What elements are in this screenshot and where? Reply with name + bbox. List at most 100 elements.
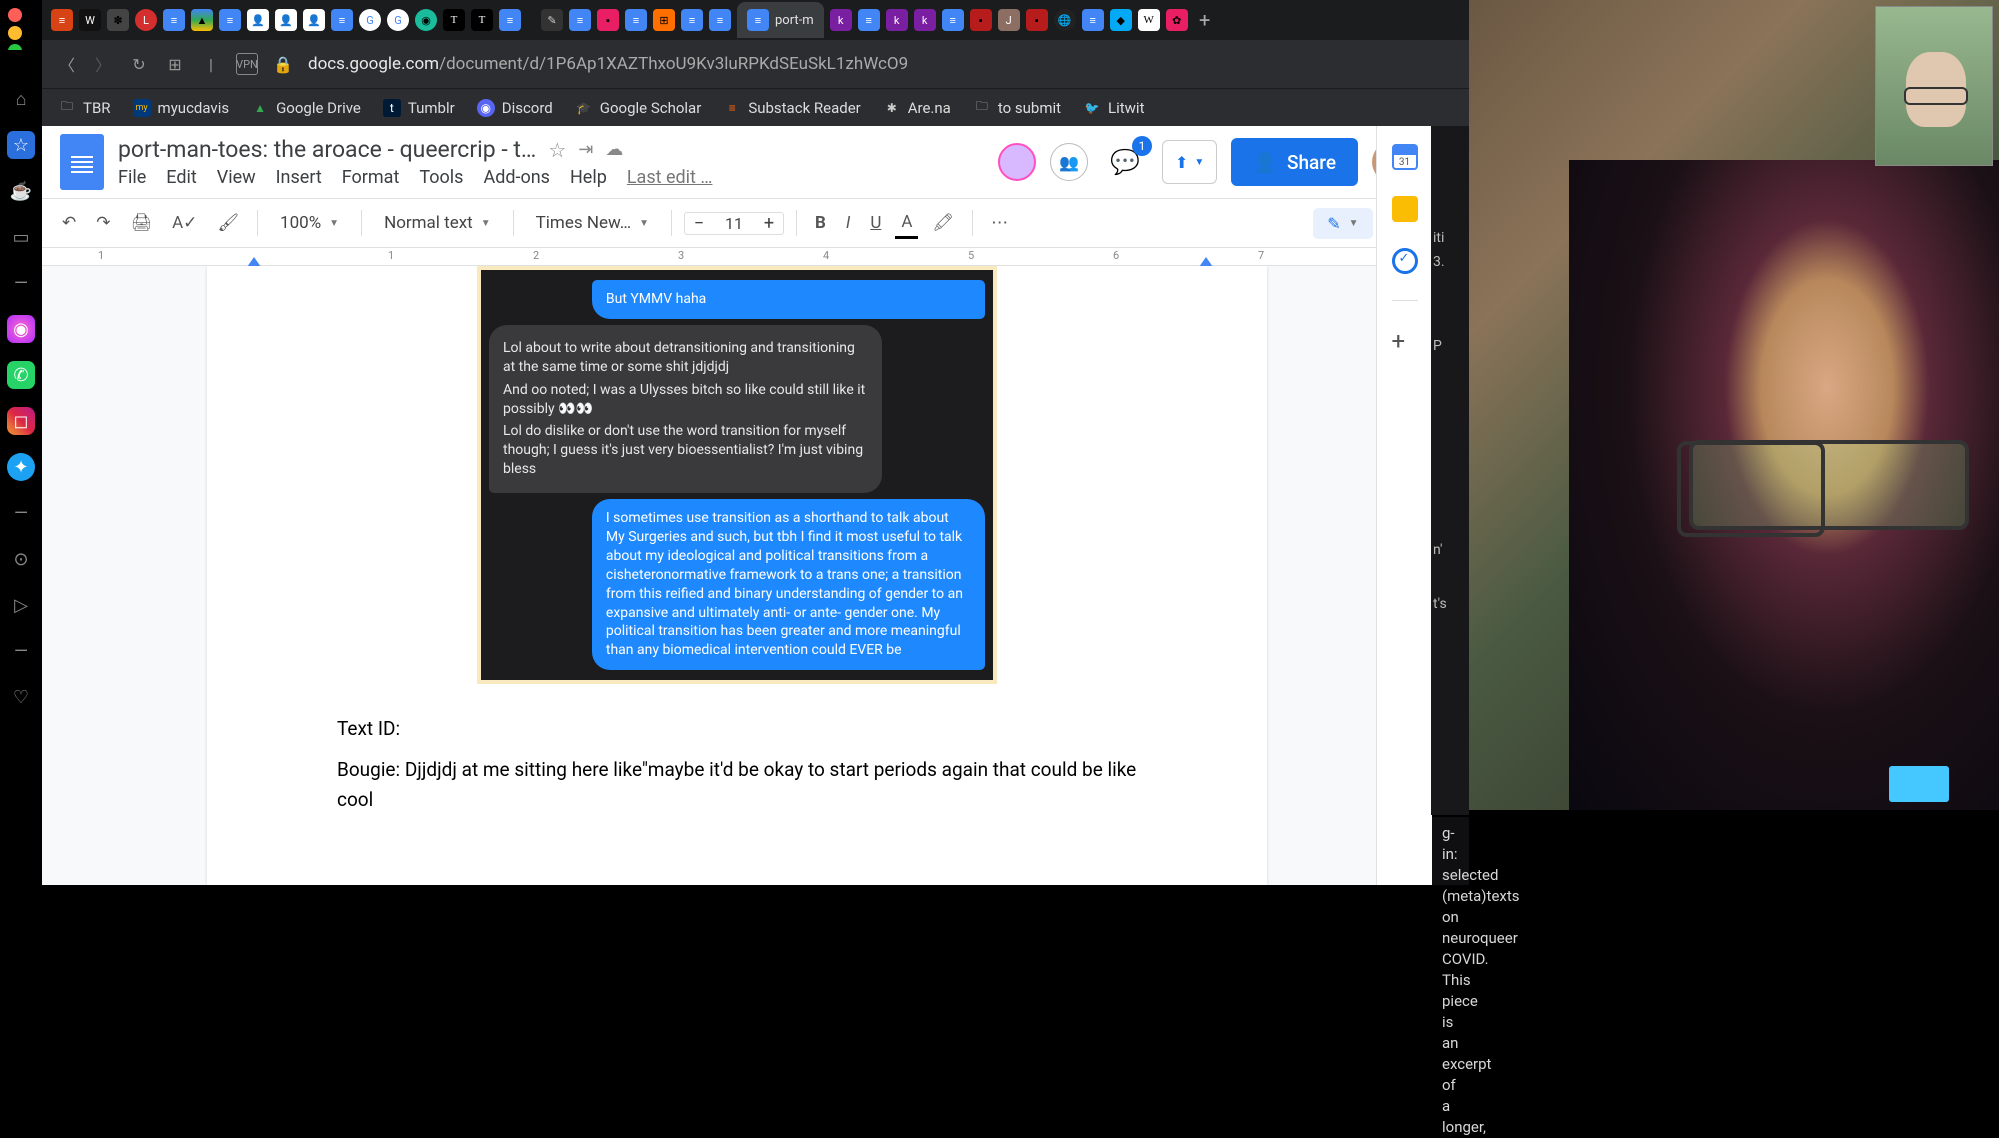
reload-button[interactable]: ↻: [128, 53, 150, 75]
document-canvas[interactable]: But YMMV haha Lol about to write about d…: [42, 266, 1432, 885]
star-icon[interactable]: ☆: [7, 131, 35, 159]
tab-icon[interactable]: ◆: [1110, 9, 1132, 31]
back-button[interactable]: 〈: [56, 53, 78, 75]
tab-icon[interactable]: ▪: [597, 9, 619, 31]
decrease-size[interactable]: −: [685, 213, 713, 234]
tab-icon[interactable]: ✎: [541, 9, 563, 31]
calendar-app-icon[interactable]: 31: [1392, 144, 1418, 170]
cloud-icon[interactable]: ☁: [605, 139, 623, 160]
tab-icon[interactable]: 🌐: [1054, 9, 1076, 31]
minimize-window[interactable]: [8, 26, 22, 40]
tab-icon[interactable]: W: [1138, 9, 1160, 31]
tab-icon[interactable]: ✽: [107, 9, 129, 31]
tab-icon[interactable]: ≡: [625, 9, 647, 31]
tab-icon[interactable]: ≡: [942, 9, 964, 31]
tab-icon[interactable]: ◉: [415, 9, 437, 31]
tab-icon[interactable]: 👤: [247, 9, 269, 31]
spellcheck-button[interactable]: A✓: [166, 209, 203, 237]
tab-icon[interactable]: ≡: [51, 9, 73, 31]
tab-icon[interactable]: ≡: [331, 9, 353, 31]
instagram-icon[interactable]: ◻: [7, 407, 35, 435]
share-button[interactable]: 👤 Share: [1231, 138, 1358, 186]
bookmark-tumblr[interactable]: tTumblr: [383, 99, 455, 117]
last-edit-link[interactable]: Last edit …: [627, 167, 713, 188]
comments-button[interactable]: 💬 1: [1102, 140, 1148, 184]
tab-icon[interactable]: k: [830, 9, 852, 31]
bookmark-tosubmit[interactable]: 🗀to submit: [973, 99, 1061, 117]
bookmark-drive[interactable]: ▲Google Drive: [251, 99, 361, 117]
italic-button[interactable]: I: [840, 209, 856, 237]
url-input[interactable]: docs.google.com/document/d/1P6Ap1XAZThxo…: [308, 54, 1625, 74]
menu-tools[interactable]: Tools: [419, 167, 463, 188]
tab-icon[interactable]: J: [998, 9, 1020, 31]
tab-icon[interactable]: ≡: [681, 9, 703, 31]
tab-icon[interactable]: ≡: [499, 9, 521, 31]
home-icon[interactable]: ⌂: [7, 85, 35, 113]
send-icon[interactable]: ▷: [7, 591, 35, 619]
tab-icon[interactable]: ✿: [1166, 9, 1188, 31]
bookmark-arena[interactable]: ✱Are.na: [883, 99, 951, 117]
tab-icon[interactable]: G: [387, 9, 409, 31]
tab-icon[interactable]: T: [471, 9, 493, 31]
font-size-value[interactable]: 11: [713, 214, 755, 233]
heart-icon[interactable]: ♡: [7, 683, 35, 711]
bookmark-litwit[interactable]: 🐦Litwit: [1083, 99, 1144, 117]
vpn-badge[interactable]: VPN: [236, 53, 258, 75]
close-window[interactable]: [8, 8, 22, 22]
editing-mode[interactable]: ✎ ▼: [1313, 208, 1372, 239]
highlight-button[interactable]: 🖍: [926, 209, 960, 237]
tab-icon[interactable]: k: [886, 9, 908, 31]
more-button[interactable]: ⋯: [985, 209, 1014, 237]
menu-edit[interactable]: Edit: [166, 167, 196, 188]
tab-icon[interactable]: ≡: [709, 9, 731, 31]
new-tab-button[interactable]: +: [1194, 9, 1216, 31]
tab-icon[interactable]: ▪: [970, 9, 992, 31]
video-self-preview[interactable]: [1875, 6, 1993, 166]
bookmark-tbr[interactable]: 🗀TBR: [58, 99, 111, 117]
tab-icon[interactable]: ≡: [858, 9, 880, 31]
bookmark-discord[interactable]: ◉Discord: [477, 99, 553, 117]
increase-size[interactable]: +: [755, 213, 783, 234]
menu-format[interactable]: Format: [342, 167, 400, 188]
tab-icon[interactable]: W: [79, 9, 101, 31]
menu-help[interactable]: Help: [570, 167, 607, 188]
font-size-control[interactable]: − 11 +: [684, 212, 784, 235]
ruler[interactable]: 1 1 2 3 4 5 6 7: [42, 248, 1432, 266]
whatsapp-icon[interactable]: ✆: [7, 361, 35, 389]
video-call-panel[interactable]: [1469, 0, 1999, 810]
paint-format-button[interactable]: 🖌: [211, 209, 245, 237]
redo-button[interactable]: ↷: [90, 209, 116, 237]
tab-icon[interactable]: ⊞: [653, 9, 675, 31]
tab-icon[interactable]: ≡: [569, 9, 591, 31]
style-select[interactable]: Normal text▼: [374, 209, 501, 237]
twitter-icon[interactable]: ✦: [7, 453, 35, 481]
tab-icon[interactable]: ≡: [219, 9, 241, 31]
menu-view[interactable]: View: [217, 167, 256, 188]
tab-icon[interactable]: 👤: [275, 9, 297, 31]
video-control-button[interactable]: [1889, 766, 1949, 802]
font-select[interactable]: Times New…▼: [526, 209, 659, 237]
grid-button[interactable]: ⊞: [164, 53, 186, 75]
tab-icon[interactable]: ▲: [191, 9, 213, 31]
underline-button[interactable]: U: [864, 209, 887, 237]
menu-file[interactable]: File: [118, 167, 146, 188]
cup-icon[interactable]: ☕: [7, 177, 35, 205]
print-button[interactable]: 🖨: [125, 209, 159, 237]
add-apps-button[interactable]: +: [1392, 327, 1418, 353]
book-icon[interactable]: ▭: [7, 223, 35, 251]
move-icon[interactable]: ⇥: [578, 139, 593, 160]
messenger-icon[interactable]: ◉: [7, 315, 35, 343]
bookmark-scholar[interactable]: 🎓Google Scholar: [575, 99, 702, 117]
bookmark-myucdavis[interactable]: mymyucdavis: [133, 99, 230, 117]
star-icon[interactable]: ☆: [548, 138, 566, 162]
menu-insert[interactable]: Insert: [276, 167, 322, 188]
tab-icon[interactable]: ▪: [1026, 9, 1048, 31]
tab-icon[interactable]: ≡: [163, 9, 185, 31]
bold-button[interactable]: B: [809, 209, 832, 237]
active-tab[interactable]: ≡ port-m: [737, 2, 824, 38]
zoom-select[interactable]: 100%▼: [270, 209, 349, 237]
collaborator-avatar[interactable]: [998, 143, 1036, 181]
keep-app-icon[interactable]: [1392, 196, 1418, 222]
document-text[interactable]: Text ID: Bougie: Djjdjdj at me sitting h…: [337, 714, 1137, 815]
tab-icon[interactable]: k: [914, 9, 936, 31]
